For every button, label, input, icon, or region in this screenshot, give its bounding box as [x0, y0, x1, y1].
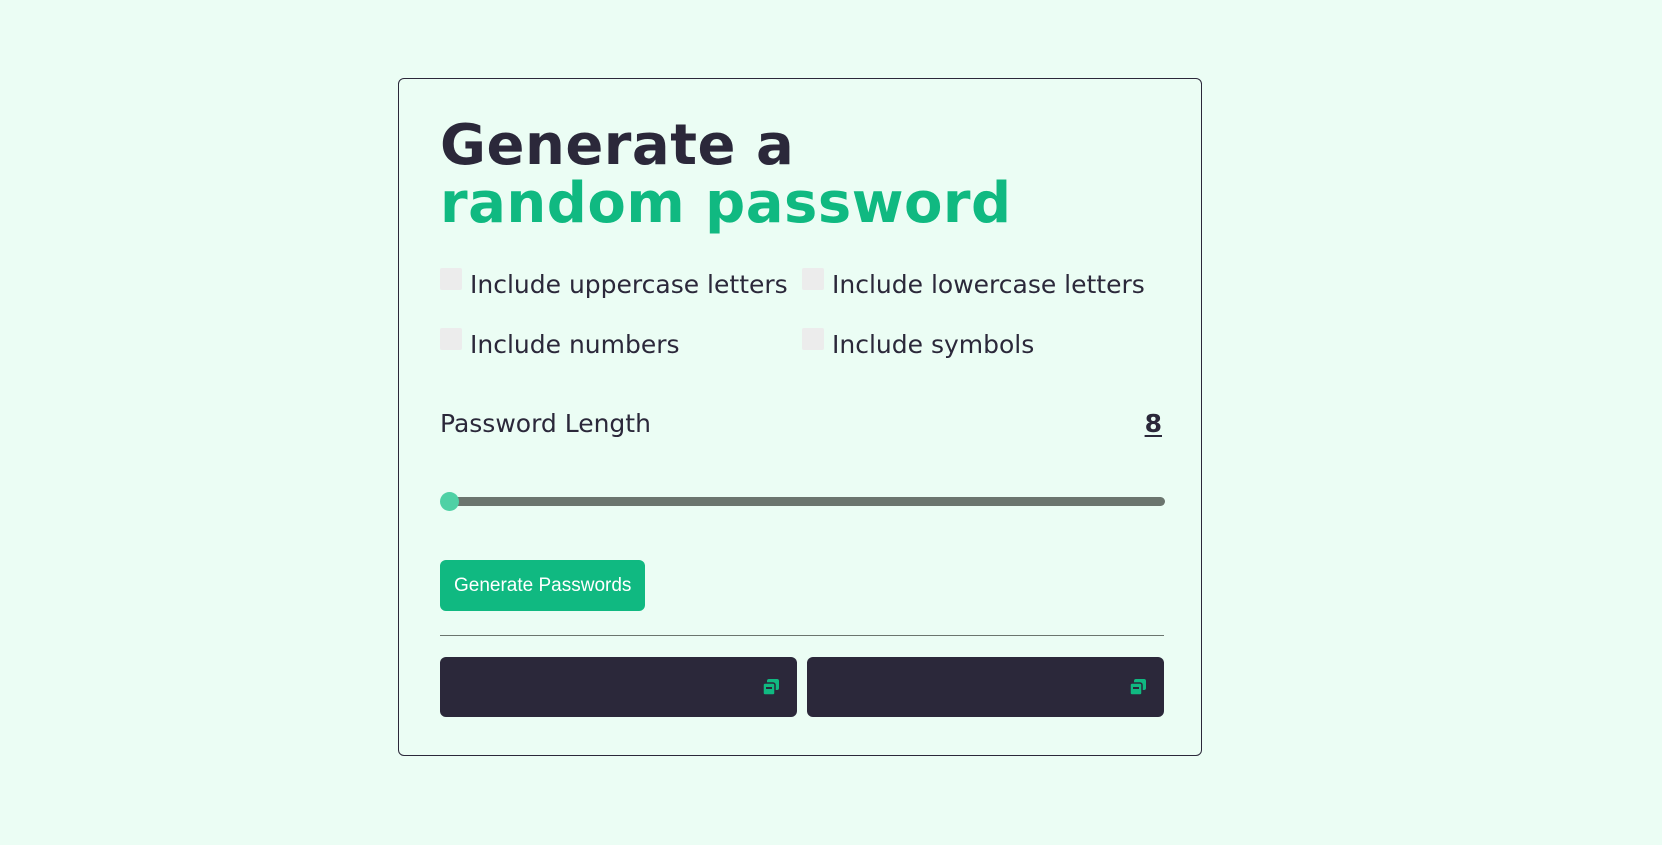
uppercase-checkbox[interactable]: [440, 268, 462, 290]
symbols-option[interactable]: Include symbols: [802, 328, 1035, 359]
lowercase-label: Include lowercase letters: [832, 270, 1145, 299]
copy-icon[interactable]: [1128, 677, 1148, 697]
uppercase-option[interactable]: Include uppercase letters: [440, 268, 788, 299]
password-length-label: Password Length: [440, 409, 651, 438]
title-line-2: random password: [440, 171, 1012, 236]
slider-thumb[interactable]: [440, 492, 459, 511]
uppercase-label: Include uppercase letters: [470, 270, 788, 299]
symbols-label: Include symbols: [832, 330, 1035, 359]
numbers-checkbox[interactable]: [440, 328, 462, 350]
title-line-1: Generate a: [440, 113, 795, 178]
lowercase-checkbox[interactable]: [802, 268, 824, 290]
divider: [440, 635, 1164, 636]
page-title: Generate a random password: [440, 117, 1012, 233]
numbers-label: Include numbers: [470, 330, 680, 359]
generate-passwords-button[interactable]: Generate Passwords: [440, 560, 646, 611]
lowercase-option[interactable]: Include lowercase letters: [802, 268, 1145, 299]
password-length-slider[interactable]: [440, 492, 1165, 511]
password-output-2[interactable]: [807, 657, 1164, 717]
password-length-value: 8: [1144, 409, 1162, 438]
numbers-option[interactable]: Include numbers: [440, 328, 680, 359]
copy-icon[interactable]: [761, 677, 781, 697]
symbols-checkbox[interactable]: [802, 328, 824, 350]
password-generator-card: Generate a random password Include upper…: [398, 78, 1202, 756]
slider-track[interactable]: [442, 497, 1165, 506]
password-output-1[interactable]: [440, 657, 797, 717]
